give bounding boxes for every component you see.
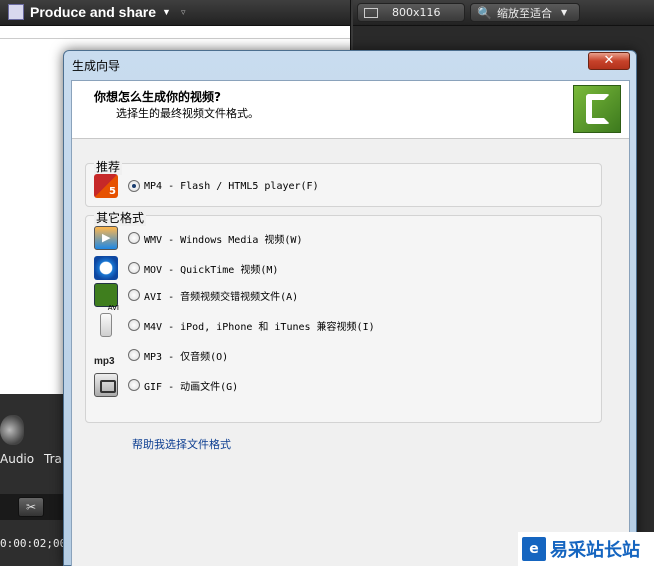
recommended-label: 推荐 xyxy=(94,158,123,175)
expand-icon[interactable]: ▿ xyxy=(181,7,186,18)
radio-mov[interactable] xyxy=(128,262,140,274)
site-watermark: e 易采站长站 xyxy=(518,532,654,566)
html5-flash-icon xyxy=(94,174,118,198)
format-option-mov[interactable]: MOV - QuickTime 视频(M) xyxy=(94,256,278,280)
watermark-text: 易采站长站 xyxy=(550,540,640,561)
mp3-icon xyxy=(94,343,118,367)
zoom-label: 缩放至适合 xyxy=(496,6,552,20)
dialog-client: 你想怎么生成你的视频? 选择生的最终视频文件格式。 推荐 MP4 - Flash… xyxy=(71,80,630,566)
timecode-display: 0:00:02;00 xyxy=(0,537,67,550)
format-option-avi[interactable]: AVI - 音频视频交错视频文件(A) xyxy=(94,283,299,312)
resolution-button[interactable]: 800x116 xyxy=(357,3,465,22)
format-label: MOV - QuickTime 视频(M) xyxy=(144,264,279,276)
zoom-dropdown[interactable]: 🔍 缩放至适合 ▼ xyxy=(470,3,580,22)
audio-tab-label[interactable]: Audio xyxy=(0,452,34,466)
format-label: MP3 - 仅音频(O) xyxy=(144,351,229,363)
format-option-wmv[interactable]: WMV - Windows Media 视频(W) xyxy=(94,226,302,250)
camtasia-logo xyxy=(573,85,621,133)
wizard-question: 你想怎么生成你的视频? xyxy=(94,90,221,104)
chevron-down-icon: ▼ xyxy=(162,7,171,17)
other-formats-label: 其它格式 xyxy=(94,209,147,226)
ipod-icon xyxy=(100,313,112,337)
windows-media-icon xyxy=(94,226,118,250)
format-option-mp4[interactable]: MP4 - Flash / HTML5 player(F) xyxy=(94,174,319,198)
wizard-instruction: 选择生的最终视频文件格式。 xyxy=(116,107,259,120)
produce-and-share-menu[interactable]: Produce and share ▼ ▿ xyxy=(8,4,186,20)
produce-menu-label: Produce and share xyxy=(30,4,157,20)
format-option-gif[interactable]: GIF - 动画文件(G) xyxy=(94,373,238,397)
divider xyxy=(0,38,350,39)
radio-wmv[interactable] xyxy=(128,232,140,244)
format-option-m4v[interactable]: M4V - iPod, iPhone 和 iTunes 兼容视频(I) xyxy=(94,313,375,337)
wizard-header: 你想怎么生成你的视频? 选择生的最终视频文件格式。 xyxy=(72,81,629,139)
radio-mp3[interactable] xyxy=(128,349,140,361)
radio-avi[interactable] xyxy=(128,289,140,301)
watermark-logo-icon: e xyxy=(522,537,546,561)
screen-size-icon xyxy=(364,7,378,18)
radio-gif[interactable] xyxy=(128,379,140,391)
quicktime-icon xyxy=(94,256,118,280)
format-label: M4V - iPod, iPhone 和 iTunes 兼容视频(I) xyxy=(144,321,375,333)
format-label: WMV - Windows Media 视频(W) xyxy=(144,234,303,246)
speaker-icon[interactable] xyxy=(0,415,24,445)
close-button[interactable]: ✕ xyxy=(588,52,630,70)
format-label: MP4 - Flash / HTML5 player(F) xyxy=(144,180,319,192)
dialog-title: 生成向导 xyxy=(72,59,121,73)
logo-mark xyxy=(586,94,610,124)
magnifier-icon: 🔍 xyxy=(477,5,492,20)
avi-icon xyxy=(94,283,119,312)
close-icon: ✕ xyxy=(603,53,615,68)
format-option-mp3[interactable]: MP3 - 仅音频(O) xyxy=(94,343,228,367)
split-button[interactable]: ✂ xyxy=(18,497,44,517)
production-wizard-dialog: 生成向导 ✕ 你想怎么生成你的视频? 选择生的最终视频文件格式。 推荐 MP4 … xyxy=(63,50,637,566)
film-icon xyxy=(8,4,24,20)
radio-mp4[interactable] xyxy=(128,180,140,192)
help-choose-format-link[interactable]: 帮助我选择文件格式 xyxy=(132,436,231,452)
radio-m4v[interactable] xyxy=(128,319,140,331)
gif-icon xyxy=(94,373,118,397)
dialog-titlebar[interactable]: 生成向导 ✕ xyxy=(64,51,636,77)
transitions-tab-label[interactable]: Tra xyxy=(44,452,62,466)
format-label: AVI - 音频视频交错视频文件(A) xyxy=(144,291,299,303)
chevron-down-icon: ▼ xyxy=(560,8,568,17)
format-label: GIF - 动画文件(G) xyxy=(144,381,239,393)
resolution-label: 800x116 xyxy=(392,6,441,19)
scissors-icon: ✂ xyxy=(25,500,37,514)
